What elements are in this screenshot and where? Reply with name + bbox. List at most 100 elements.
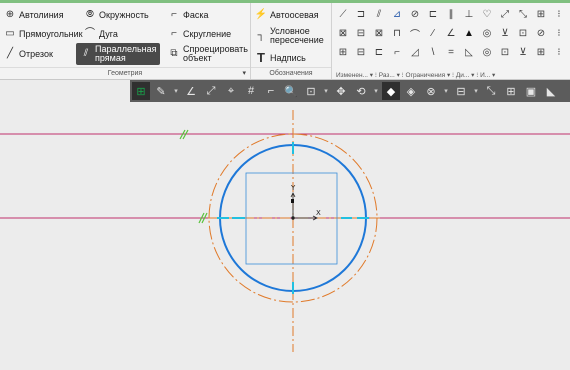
wireframe-icon[interactable]: ◈ <box>402 82 420 100</box>
symmetric-icon[interactable]: ◺ <box>462 45 476 59</box>
dimension-icon[interactable]: ⤢ <box>498 7 512 21</box>
tool-segment[interactable]: ╱ Отрезок <box>4 45 53 63</box>
dim-linear-icon[interactable]: ⊡ <box>516 26 530 40</box>
dim-angle-icon[interactable]: ⊻ <box>498 26 512 40</box>
dim-auto-icon[interactable]: ⊞ <box>534 45 548 59</box>
parallel-icon[interactable]: ∥ <box>444 7 458 21</box>
icon-grid-row-1: ⟋ ⊐ ⫽ ⊿ ⊘ ⊏ ∥ ⊥ ♡ ⤢ ⤡ ⊞ ⁝ <box>336 7 566 21</box>
chevron-down-icon[interactable]: ▾ <box>372 82 380 100</box>
line-tool-icon[interactable]: ⟋ <box>336 7 350 21</box>
triangle-icon[interactable]: ◿ <box>408 45 422 59</box>
fix-icon[interactable]: ▲ <box>462 26 476 40</box>
tool-label-stack: Условное пересечение <box>270 27 324 45</box>
more-icon[interactable]: ⁝ <box>552 7 566 21</box>
extend-icon[interactable]: ⫽ <box>372 7 386 21</box>
footer-dimensions[interactable]: Ди... <box>456 72 469 79</box>
footer-arrange[interactable]: Раз... <box>379 72 395 79</box>
break-icon[interactable]: ⊏ <box>372 45 386 59</box>
dim-base-icon[interactable]: ⊻ <box>516 45 530 59</box>
tool-label: Автолиния <box>19 10 64 20</box>
trim-icon[interactable]: ⊐ <box>354 7 368 21</box>
tool-label: Надпись <box>270 53 306 63</box>
tool-centerline[interactable]: ⚡ Автоосевая <box>255 6 319 24</box>
footer-edit[interactable]: Изменен... <box>336 72 368 79</box>
chamfer-icon: ⌐ <box>171 9 177 20</box>
tool-label: Отрезок <box>19 49 53 59</box>
chevron-down-icon[interactable]: ▾ <box>442 82 450 100</box>
dim-extra-icon[interactable]: ⁝ <box>552 45 566 59</box>
ortho-icon[interactable]: ⌐ <box>262 82 280 100</box>
dim-chain-icon[interactable]: ⊡ <box>498 45 512 59</box>
tool-autoline[interactable]: ⊕ Автолиния <box>4 6 64 24</box>
grid-snap-icon[interactable]: ⊞ <box>132 82 150 100</box>
icon-grid-row-3: ⊞ ⊟ ⊏ ⌐ ◿ \ = ◺ ◎ ⊡ ⊻ ⊞ ⁝ <box>336 45 566 59</box>
zoom-icon[interactable]: 🔍 <box>282 82 300 100</box>
origin-icon[interactable]: ⌖ <box>222 82 240 100</box>
angle-icon[interactable]: ∠ <box>182 82 200 100</box>
collinear-icon[interactable]: ∕ <box>426 26 440 40</box>
coincident-icon[interactable]: ◎ <box>480 45 494 59</box>
chevron-down-icon[interactable]: ▾ <box>172 82 180 100</box>
hide-icon[interactable]: ⊗ <box>422 82 440 100</box>
display-icon[interactable]: ⊞ <box>502 82 520 100</box>
split-icon[interactable]: ⌐ <box>390 45 404 59</box>
offset-icon[interactable]: ⊓ <box>390 26 404 40</box>
tool-label: прямая <box>95 53 126 63</box>
no-constraint-icon[interactable]: ⊘ <box>408 7 422 21</box>
chevron-down-icon[interactable]: ▾ <box>472 82 480 100</box>
array-icon[interactable]: ⊟ <box>354 45 368 59</box>
pan-icon[interactable]: ✥ <box>332 82 350 100</box>
dim-more-icon[interactable]: ⁝ <box>552 26 566 40</box>
circle-icon: ⦾ <box>86 9 94 20</box>
view-icon[interactable]: ▣ <box>522 82 540 100</box>
radial-dim-icon[interactable]: ⤡ <box>516 7 530 21</box>
pen-icon[interactable]: ✎ <box>152 82 170 100</box>
tool-label: пересечение <box>270 35 324 45</box>
concentric-icon[interactable]: ◎ <box>480 26 494 40</box>
tool-fillet[interactable]: ⌐ Скругление <box>168 25 231 43</box>
tool-arc[interactable]: ⌒ Дуга <box>84 25 118 43</box>
mirror-icon[interactable]: ⊠ <box>372 26 386 40</box>
tangent-icon[interactable]: ♡ <box>480 7 494 21</box>
intersection-icon: ┐ <box>257 30 265 41</box>
origin-axes <box>290 192 318 221</box>
rotate-icon[interactable]: ⟲ <box>352 82 370 100</box>
table-icon[interactable]: ⊞ <box>534 7 548 21</box>
zoom-box-icon[interactable]: ⊡ <box>302 82 320 100</box>
chevron-down-icon[interactable]: ▾ <box>322 82 330 100</box>
arc-icon: ⌒ <box>85 28 95 39</box>
horizontal-icon[interactable]: ⊏ <box>426 7 440 21</box>
tool-rectangle[interactable]: ▭ Прямоугольник <box>4 25 82 43</box>
section-icon[interactable]: ⊟ <box>452 82 470 100</box>
snap-icon[interactable]: ⤢ <box>202 82 220 100</box>
copy-icon[interactable]: ⊿ <box>390 7 404 21</box>
rotate-obj-icon[interactable]: ⊟ <box>354 26 368 40</box>
shaded-icon[interactable]: ◆ <box>382 82 400 100</box>
vertical-icon[interactable]: \ <box>426 45 440 59</box>
tool-chamfer[interactable]: ⌐ Фаска <box>168 6 208 24</box>
scale-icon[interactable]: ⤡ <box>482 82 500 100</box>
angle-icon[interactable]: ∠ <box>444 26 458 40</box>
footer-extra[interactable]: И... <box>480 72 490 79</box>
dim-diam-icon[interactable]: ⊘ <box>534 26 548 40</box>
drawing-canvas[interactable]: Y X <box>0 102 570 370</box>
group-expand-icon[interactable]: ▾ <box>242 68 246 79</box>
tool-circle[interactable]: ⦾ Окружность <box>84 6 149 24</box>
orient-icon[interactable]: ◣ <box>542 82 560 100</box>
rectangle-icon: ▭ <box>5 28 15 39</box>
sketch-graphics <box>0 110 570 352</box>
footer-constraints[interactable]: Ограничения <box>406 72 446 79</box>
grid-icon[interactable]: # <box>242 82 260 100</box>
tool-project-object[interactable]: ⧉ Спроецировать объект <box>168 43 247 65</box>
tool-conditional-intersection[interactable]: ┐ Условное пересечение <box>255 25 324 47</box>
tool-parallel-line[interactable]: ⫽ Параллельная прямая <box>76 43 161 65</box>
fillet-small-icon[interactable]: ⌒ <box>408 26 422 41</box>
equal-icon[interactable]: = <box>444 45 458 59</box>
move-icon[interactable]: ⊠ <box>336 26 350 40</box>
scale-obj-icon[interactable]: ⊞ <box>336 45 350 59</box>
perpendicular-icon[interactable]: ⊥ <box>462 7 476 21</box>
parallel-line-icon: ⫽ <box>83 48 89 59</box>
tool-text[interactable]: T Надпись <box>255 49 306 67</box>
group-title: Обозначения <box>269 70 313 77</box>
tool-label: объект <box>183 53 212 63</box>
